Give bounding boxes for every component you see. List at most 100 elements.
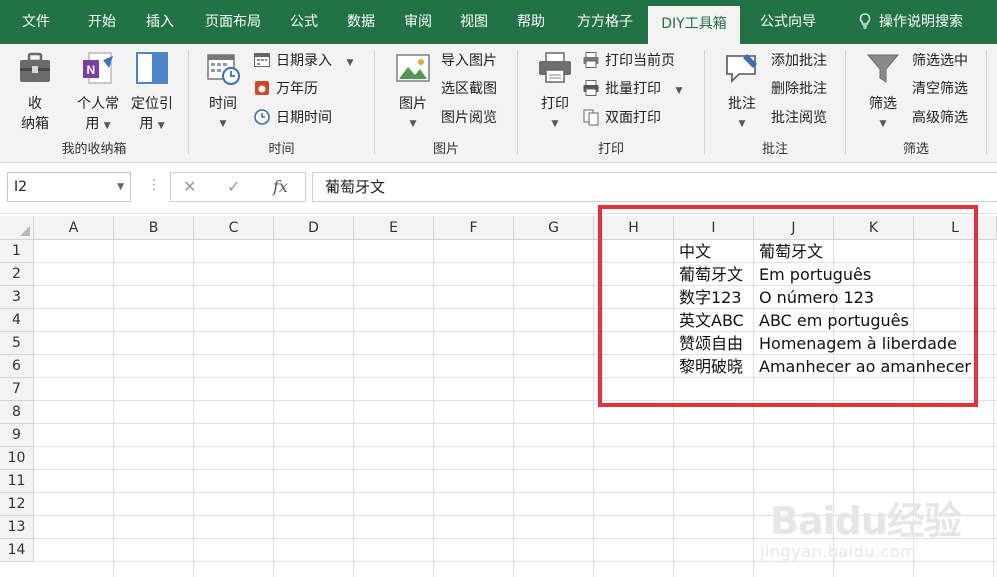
locate-reference-button[interactable]: 定位引 用 ▼ <box>126 50 178 136</box>
column-header-b[interactable]: B <box>114 216 194 240</box>
tab-review[interactable]: 审阅 <box>394 0 442 44</box>
import-picture-label: 导入图片 <box>441 53 497 69</box>
gridline-vertical <box>593 240 594 577</box>
tab-fangfang[interactable]: 方方格子 <box>566 0 644 44</box>
tab-home[interactable]: 开始 <box>76 0 128 44</box>
chevron-down-icon: ▼ <box>103 121 111 131</box>
insert-function-icon[interactable]: fx <box>273 173 288 201</box>
column-header-g[interactable]: G <box>514 216 594 240</box>
row-header-4[interactable]: 4 <box>0 309 34 332</box>
formula-input[interactable]: 葡萄牙文 <box>312 172 997 202</box>
column-header-f[interactable]: F <box>434 216 514 240</box>
row-header-11[interactable]: 11 <box>0 470 34 493</box>
batch-print-button[interactable]: 批量打印 ▼ <box>582 77 682 101</box>
browse-comments-button[interactable]: 批注阅览 <box>771 106 827 130</box>
enter-check-icon[interactable]: ✓ <box>227 173 240 201</box>
storage-box-button[interactable]: 收 纳箱 <box>10 50 60 134</box>
chevron-down-icon: ▼ <box>346 58 354 68</box>
perpetual-calendar-button[interactable]: 万年历 <box>253 77 318 101</box>
tab-data[interactable]: 数据 <box>336 0 386 44</box>
clear-filter-label: 清空筛选 <box>912 81 968 97</box>
svg-text:N: N <box>87 63 96 77</box>
group-divider <box>986 50 987 154</box>
group-print: 打印 ▼ 打印当前页 批量打印 ▼ 双面打印 打印 <box>518 44 704 162</box>
tell-me-label: 操作说明搜索 <box>879 14 963 30</box>
calendar-clock-icon <box>207 54 240 85</box>
chevron-down-icon[interactable]: ▼ <box>117 173 124 201</box>
group-label-picture: 图片 <box>432 142 459 157</box>
ribbon-tab-bar: 文件 开始 插入 页面布局 公式 数据 审阅 视图 帮助 方方格子 DIY工具箱… <box>0 0 997 44</box>
duplex-print-button[interactable]: 双面打印 <box>582 106 661 130</box>
tab-formulas[interactable]: 公式 <box>280 0 328 44</box>
chevron-down-icon: ▼ <box>157 121 165 131</box>
drag-handle-icon[interactable]: ⋮ <box>147 177 161 193</box>
picture-button[interactable]: 图片 ▼ <box>389 50 437 134</box>
tab-page-layout[interactable]: 页面布局 <box>195 0 271 44</box>
gridline-vertical <box>993 240 994 577</box>
time-label: 时间 <box>209 96 237 112</box>
tab-help[interactable]: 帮助 <box>507 0 555 44</box>
row-header-8[interactable]: 8 <box>0 401 34 424</box>
comment-button[interactable]: 批注 ▼ <box>719 50 765 134</box>
tab-file[interactable]: 文件 <box>10 0 62 44</box>
select-all-button[interactable] <box>0 216 34 240</box>
tell-me-search[interactable]: 操作说明搜索 <box>846 0 976 44</box>
picture-browse-button[interactable]: 图片阅览 <box>441 106 497 130</box>
onenote-icon: N <box>83 52 113 84</box>
tab-diy-toolbox[interactable]: DIY工具箱 <box>648 6 740 44</box>
advanced-filter-button[interactable]: 高级筛选 <box>912 106 968 130</box>
selection-screenshot-button[interactable]: 选区截图 <box>441 77 497 101</box>
row-header-10[interactable]: 10 <box>0 447 34 470</box>
row-header-6[interactable]: 6 <box>0 355 34 378</box>
gridline-vertical <box>273 240 274 577</box>
batch-print-label: 批量打印 <box>605 81 661 97</box>
browse-comments-label: 批注阅览 <box>771 110 827 126</box>
gridline-vertical <box>113 240 114 577</box>
row-header-9[interactable]: 9 <box>0 424 34 447</box>
baidu-watermark: Baidu经验 jingyan.baidu.com <box>760 462 990 572</box>
storage-box-label-1: 收 <box>28 96 42 112</box>
column-header-c[interactable]: C <box>194 216 274 240</box>
delete-comment-button[interactable]: 删除批注 <box>771 77 827 101</box>
row-header-1[interactable]: 1 <box>0 240 34 263</box>
personal-common-button[interactable]: N 个人常 用 ▼ <box>72 50 124 136</box>
group-label-time: 时间 <box>268 142 295 157</box>
chevron-down-icon: ▼ <box>675 86 683 96</box>
import-picture-button[interactable]: 导入图片 <box>441 49 497 73</box>
filter-selected-button[interactable]: 筛选选中 <box>912 49 968 73</box>
row-header-7[interactable]: 7 <box>0 378 34 401</box>
filter-selected-label: 筛选选中 <box>912 53 968 69</box>
tab-formula-wizard[interactable]: 公式向导 <box>750 0 826 44</box>
column-header-e[interactable]: E <box>354 216 434 240</box>
time-button[interactable]: 时间 ▼ <box>199 50 247 134</box>
date-entry-button[interactable]: 日期录入 ▼ <box>253 49 353 73</box>
comment-icon <box>726 54 757 84</box>
print-current-page-button[interactable]: 打印当前页 <box>582 49 675 73</box>
column-header-a[interactable]: A <box>34 216 114 240</box>
page-printer-icon <box>583 52 599 68</box>
row-header-5[interactable]: 5 <box>0 332 34 355</box>
funnel-icon <box>866 54 900 83</box>
row-header-13[interactable]: 13 <box>0 516 34 539</box>
clear-filter-button[interactable]: 清空筛选 <box>912 77 968 101</box>
watermark-line-2: jingyan.baidu.com <box>760 542 917 561</box>
date-time-button[interactable]: 日期时间 <box>253 106 332 130</box>
filter-button[interactable]: 筛选 ▼ <box>860 50 906 134</box>
print-button[interactable]: 打印 ▼ <box>532 50 578 134</box>
picture-icon <box>396 54 430 82</box>
name-box[interactable]: I2 ▼ <box>7 172 131 202</box>
row-header-2[interactable]: 2 <box>0 263 34 286</box>
tab-insert[interactable]: 插入 <box>134 0 186 44</box>
printer-icon <box>539 52 571 83</box>
column-header-d[interactable]: D <box>274 216 354 240</box>
tab-view[interactable]: 视图 <box>450 0 498 44</box>
group-label-filter: 筛选 <box>902 142 929 157</box>
row-header-14[interactable]: 14 <box>0 539 34 562</box>
row-header-3[interactable]: 3 <box>0 286 34 309</box>
personal-common-label-2-text: 用 <box>85 116 100 132</box>
cancel-icon[interactable]: ✕ <box>183 173 196 201</box>
chevron-down-icon: ▼ <box>879 119 887 129</box>
row-header-12[interactable]: 12 <box>0 493 34 516</box>
add-comment-button[interactable]: 添加批注 <box>771 49 827 73</box>
name-box-value: I2 <box>14 179 28 195</box>
